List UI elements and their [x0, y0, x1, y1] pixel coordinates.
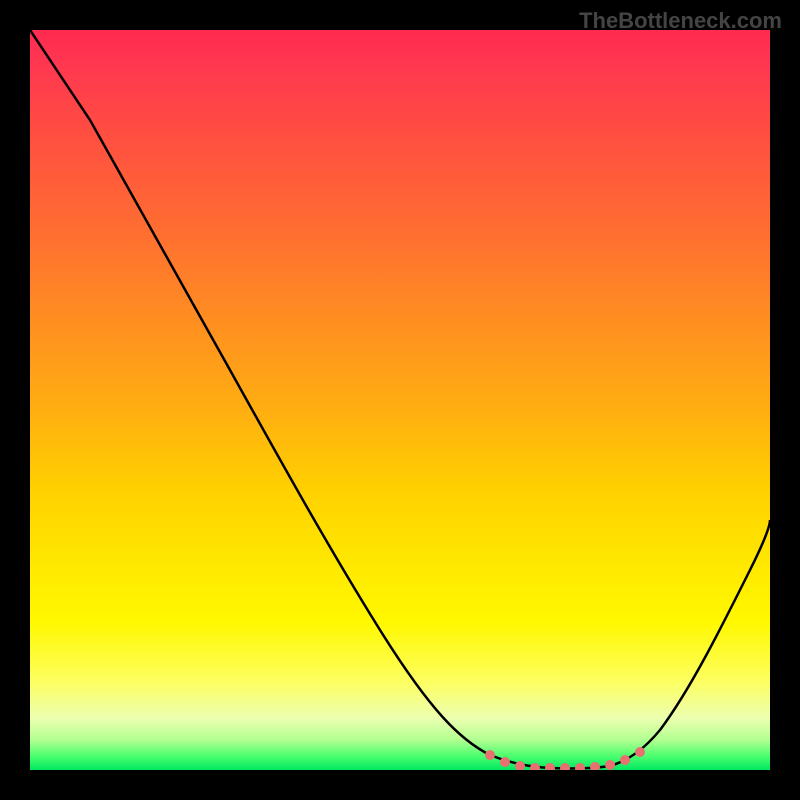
marker-dot: [560, 763, 570, 770]
marker-dot: [545, 763, 555, 770]
marker-dot: [605, 760, 615, 770]
marker-dots: [485, 747, 645, 770]
chart-container: [30, 30, 770, 770]
marker-dot: [500, 757, 510, 767]
marker-dot: [635, 747, 645, 757]
marker-dot: [620, 755, 630, 765]
marker-dot: [575, 763, 585, 770]
chart-svg: [30, 30, 770, 770]
marker-dot: [590, 762, 600, 770]
bottleneck-curve: [30, 30, 770, 769]
marker-dot: [530, 763, 540, 770]
marker-dot: [485, 750, 495, 760]
watermark-text: TheBottleneck.com: [579, 8, 782, 34]
